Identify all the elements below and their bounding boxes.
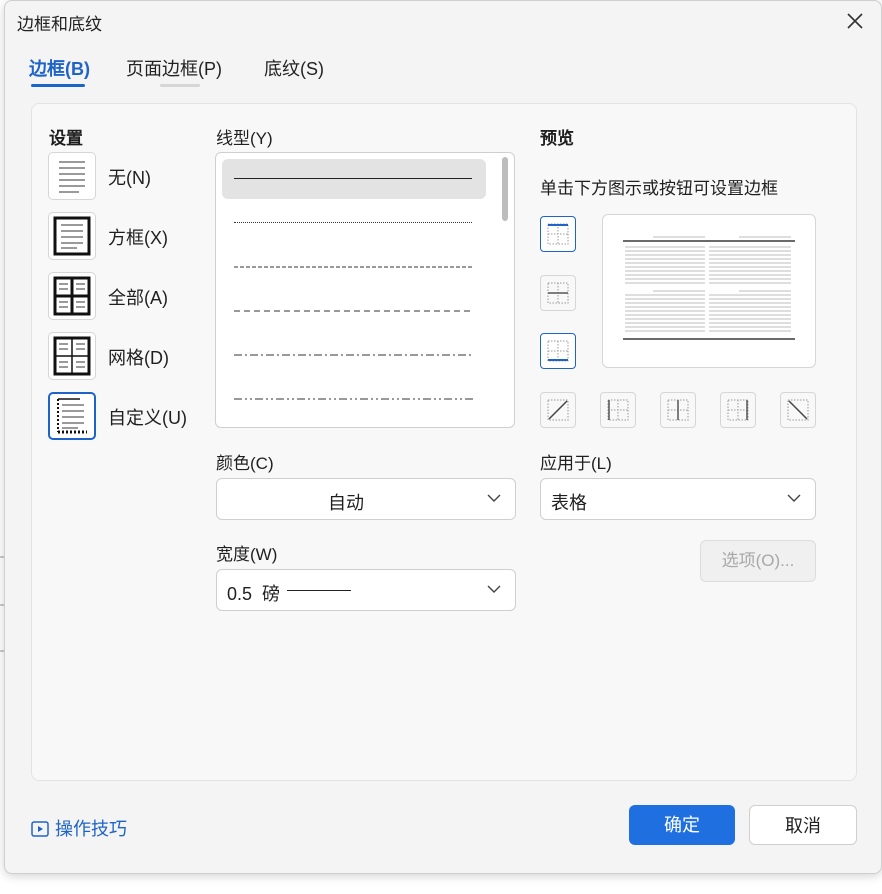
border-preview[interactable] [602,214,816,368]
right-border-icon [727,399,749,421]
setting-none-label: 无(N) [108,168,151,188]
apply-to-dropdown[interactable]: 表格 [540,478,816,520]
tab-page-borders[interactable]: 页面边框(P) [126,55,222,81]
color-label: 颜色(C) [216,454,274,473]
inside-horizontal-border-icon [547,282,569,304]
preview-heading: 预览 [540,129,574,148]
border-grid-icon [48,332,96,380]
setting-all[interactable]: 全部(A) [48,272,218,322]
width-label: 宽度(W) [216,545,278,564]
tab-borders[interactable]: 边框(B) [29,55,90,81]
top-border-icon [547,223,569,245]
close-button[interactable] [843,9,867,33]
borders-and-shading-dialog: 边框和底纹 边框(B) 页面边框(P) 底纹(S) 设置 无(N) 方框(X) … [4,0,882,874]
diagonal-up-border-button[interactable] [540,392,576,428]
bottom-border-button[interactable] [540,333,576,369]
play-icon [31,821,49,837]
settings-heading: 设置 [49,129,83,148]
line-style-dash-dot[interactable] [222,335,486,375]
setting-grid[interactable]: 网格(D) [48,332,218,382]
line-style-scrollbar[interactable] [502,157,508,221]
top-border-button[interactable] [540,216,576,252]
line-style-dashed-fine[interactable] [222,247,486,287]
line-style-dash-dot-dot[interactable] [222,379,486,419]
tab-shading[interactable]: 底纹(S) [264,55,324,81]
apply-to-label: 应用于(L) [540,454,612,473]
preview-diagram [623,236,795,340]
border-all-icon [48,272,96,320]
setting-box[interactable]: 方框(X) [48,212,218,262]
apply-to-value: 表格 [551,493,587,513]
chevron-down-icon [487,585,501,593]
title-bar: 边框和底纹 [5,1,881,41]
setting-custom[interactable]: 自定义(U) [48,392,218,442]
line-style-dotted[interactable] [222,203,486,243]
setting-none[interactable]: 无(N) [48,152,218,202]
left-border-icon [607,399,629,421]
bottom-border-icon [547,340,569,362]
active-tab-indicator [31,84,85,87]
setting-grid-label: 网格(D) [108,348,169,368]
inside-vertical-border-icon [667,399,689,421]
border-custom-icon [48,392,96,440]
tab-hover-indicator [160,84,200,87]
setting-all-label: 全部(A) [108,288,168,308]
inside-horizontal-border-button[interactable] [540,275,576,311]
setting-box-label: 方框(X) [108,228,168,248]
ok-button[interactable]: 确定 [629,805,735,845]
tips-link[interactable]: 操作技巧 [31,815,127,841]
width-sample-line [287,590,351,591]
line-style-list[interactable] [215,152,515,428]
width-dropdown[interactable]: 0.5 磅 [216,569,516,611]
border-box-icon [48,212,96,260]
border-none-icon [48,152,96,200]
inside-vertical-border-button[interactable] [660,392,696,428]
options-button[interactable]: 选项(O)... [700,540,816,582]
line-style-label: 线型(Y) [216,129,273,148]
diagonal-up-border-icon [547,399,569,421]
color-dropdown[interactable]: 自动 [216,478,516,520]
preview-hint: 单击下方图示或按钮可设置边框 [540,179,778,198]
setting-custom-label: 自定义(U) [108,408,187,428]
diagonal-down-border-button[interactable] [780,392,816,428]
tips-label: 操作技巧 [55,819,127,839]
width-value: 0.5 磅 [227,584,281,604]
line-style-solid[interactable] [222,159,486,199]
diagonal-down-border-icon [787,399,809,421]
left-border-button[interactable] [600,392,636,428]
close-icon [847,13,863,29]
color-value: 自动 [328,493,364,513]
line-style-dashed[interactable] [222,291,486,331]
right-border-button[interactable] [720,392,756,428]
dialog-title: 边框和底纹 [17,15,102,34]
cancel-button[interactable]: 取消 [749,805,857,845]
chevron-down-icon [487,494,501,502]
borders-panel: 设置 无(N) 方框(X) 全部(A) 网格(D) 自定义(U) 线型(Y) 颜… [31,103,857,781]
chevron-down-icon [787,494,801,502]
